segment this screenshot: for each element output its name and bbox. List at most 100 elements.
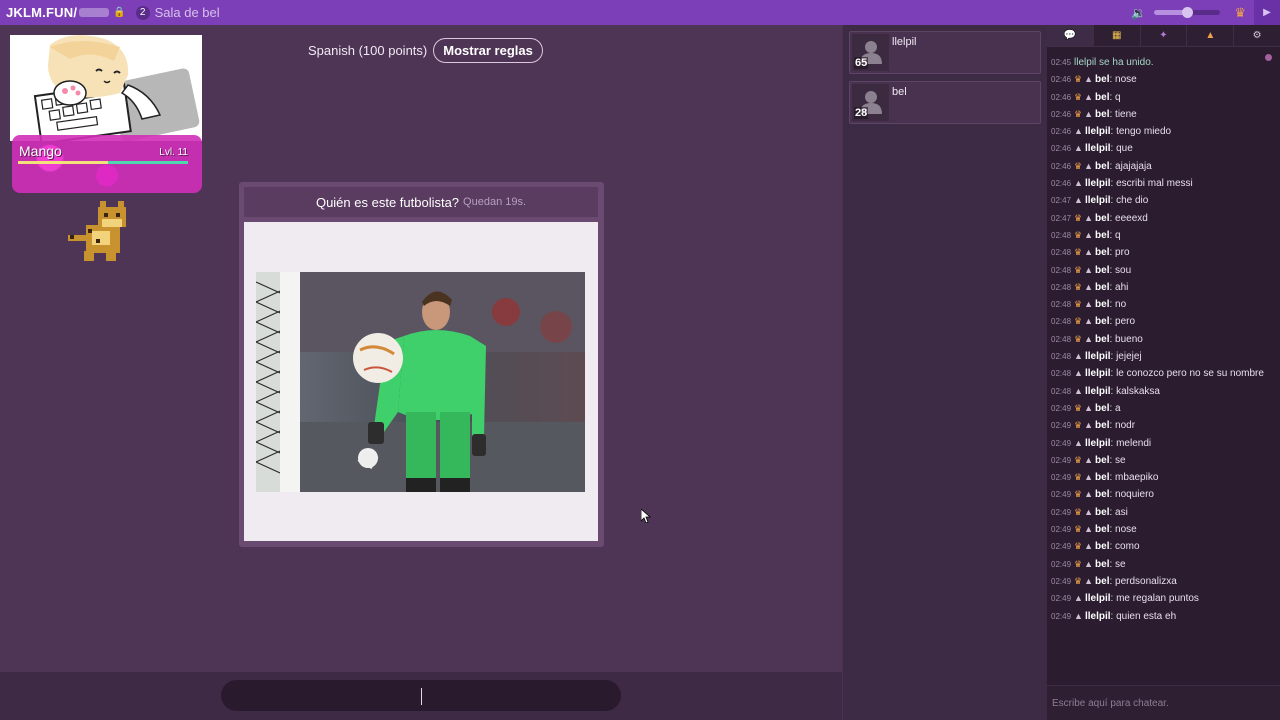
- chat-message: 02:48 ▲ llelpil: kalskaksa: [1051, 383, 1277, 400]
- chat-text: escribi mal messi: [1116, 178, 1193, 190]
- chat-text: a: [1115, 402, 1121, 414]
- user-icon: ▲: [1084, 489, 1094, 500]
- language-points: Spanish (100 points): [308, 43, 428, 58]
- chat-input[interactable]: [1047, 685, 1280, 720]
- crown-icon: ♛: [1074, 316, 1083, 327]
- chat-username[interactable]: bel: [1095, 109, 1109, 120]
- chat-username[interactable]: bel: [1095, 92, 1109, 103]
- chat-message: 02:46 ♛ ▲ bel: ajajajaja: [1051, 158, 1277, 175]
- crown-icon: ♛: [1074, 472, 1083, 483]
- crown-icon[interactable]: ♛: [1234, 5, 1246, 21]
- chat-log: 02:45 llelpil se ha unido. 02:46 ♛ ▲ bel: nos…: [1051, 54, 1277, 625]
- chat-username[interactable]: bel: [1095, 455, 1109, 466]
- chat-username[interactable]: bel: [1095, 74, 1109, 85]
- star-icon: ✦: [1159, 30, 1168, 41]
- chat-username[interactable]: bel: [1095, 541, 1109, 552]
- show-rules-button[interactable]: Mostrar reglas: [433, 38, 543, 63]
- user-icon: ▲: [1084, 506, 1094, 517]
- chat-username[interactable]: bel: [1095, 489, 1109, 500]
- chat-username[interactable]: bel: [1095, 420, 1109, 431]
- user-icon: ▲: [1074, 178, 1083, 189]
- chat-username[interactable]: llelpil: [1085, 143, 1111, 154]
- chat-username[interactable]: llelpil: [1085, 178, 1111, 189]
- chat-username[interactable]: bel: [1095, 230, 1109, 241]
- question-timer: Quedan 19s.: [463, 196, 527, 208]
- chat-timestamp: 02:49: [1051, 611, 1072, 621]
- volume-icon[interactable]: 🔉: [1131, 6, 1146, 20]
- chat-timestamp: 02:45: [1051, 58, 1072, 67]
- crown-icon: ♛: [1074, 558, 1083, 569]
- crown-icon: ♛: [1074, 506, 1083, 517]
- chat-username[interactable]: bel: [1095, 316, 1109, 327]
- chat-username[interactable]: bel: [1095, 472, 1109, 483]
- tab-chat[interactable]: 💬: [1047, 25, 1094, 46]
- chat-username[interactable]: bel: [1095, 334, 1109, 345]
- chat-timestamp: 02:49: [1051, 594, 1072, 604]
- chat-message: 02:49 ♛ ▲ bel: asi: [1051, 504, 1277, 521]
- chat-username[interactable]: llelpil: [1085, 195, 1111, 206]
- chat-timestamp: 02:48: [1051, 352, 1072, 362]
- xp-bar: [18, 161, 188, 164]
- tab-rewards[interactable]: ✦: [1141, 25, 1188, 46]
- chat-username[interactable]: llelpil: [1085, 351, 1111, 362]
- chat-username[interactable]: bel: [1095, 282, 1109, 293]
- crown-icon: ♛: [1074, 402, 1083, 413]
- user-icon: ▲: [1084, 74, 1094, 85]
- chat-username[interactable]: bel: [1095, 507, 1109, 518]
- question-prompt: [244, 222, 598, 541]
- chat-text: asi: [1115, 506, 1128, 518]
- chat-username[interactable]: llelpil: [1085, 438, 1111, 449]
- chat-username[interactable]: llelpil: [1085, 126, 1111, 137]
- chat-text: no: [1115, 299, 1127, 311]
- chat-text: sou: [1115, 264, 1132, 276]
- volume-knob[interactable]: [1182, 7, 1194, 18]
- chat-timestamp: 02:49: [1051, 438, 1072, 448]
- tab-settings[interactable]: ⚙: [1234, 25, 1280, 46]
- crown-icon: ♛: [1074, 264, 1083, 275]
- chat-text: le conozco pero no se su nombre: [1116, 368, 1264, 380]
- chat-timestamp: 02:48: [1051, 386, 1072, 396]
- chat-username[interactable]: llelpil: [1085, 611, 1111, 622]
- chat-username[interactable]: bel: [1095, 213, 1109, 224]
- chat-text: kalskaksa: [1116, 385, 1160, 397]
- chat-username[interactable]: llelpil: [1085, 386, 1111, 397]
- crown-icon: ♛: [1074, 541, 1083, 552]
- chat-message: 02:46 ▲ llelpil: que: [1051, 140, 1277, 157]
- text-caret: [421, 688, 422, 705]
- volume-slider[interactable]: [1154, 7, 1221, 18]
- site-link[interactable]: JKLM.FUN/: [0, 5, 77, 20]
- cat-pet-icon: [68, 201, 126, 261]
- chat-username[interactable]: bel: [1095, 524, 1109, 535]
- chat-timestamp: 02:46: [1051, 144, 1072, 154]
- chat-username[interactable]: bel: [1095, 299, 1109, 310]
- chat-username[interactable]: llelpil: [1085, 593, 1111, 604]
- player-card[interactable]: 65 llelpil: [849, 31, 1041, 74]
- user-icon: ▲: [1084, 264, 1094, 275]
- chat-text: ahi: [1115, 281, 1129, 293]
- chat-username[interactable]: bel: [1095, 265, 1109, 276]
- chat-timestamp: 02:49: [1051, 559, 1072, 569]
- chat-username[interactable]: llelpil: [1085, 368, 1111, 379]
- chat-message: 02:49 ♛ ▲ bel: perdsonalizxa: [1051, 573, 1277, 590]
- chat-timestamp: 02:49: [1051, 507, 1072, 517]
- chat-username[interactable]: bel: [1095, 403, 1109, 414]
- chat-message: 02:48 ♛ ▲ bel: q: [1051, 227, 1277, 244]
- chat-username[interactable]: bel: [1095, 559, 1109, 570]
- player-name: llelpil: [892, 36, 917, 48]
- player-card[interactable]: 28 bel: [849, 81, 1041, 124]
- chat-text: jejejej: [1116, 351, 1142, 363]
- user-icon: ▲: [1074, 593, 1083, 604]
- chat-message: 02:48 ♛ ▲ bel: sou: [1051, 262, 1277, 279]
- chat-timestamp: 02:48: [1051, 248, 1072, 258]
- tab-leaderboard[interactable]: ▦: [1094, 25, 1141, 46]
- player-count-badge: 2: [135, 5, 150, 20]
- profile-nametag: Mango Lvl. 11: [12, 135, 202, 193]
- crown-icon: ♛: [1074, 160, 1083, 171]
- chat-username[interactable]: bel: [1095, 161, 1109, 172]
- crown-icon: ♛: [1074, 281, 1083, 292]
- chat-timestamp: 02:49: [1051, 490, 1072, 500]
- chat-username[interactable]: bel: [1095, 247, 1109, 258]
- tab-moderation[interactable]: ▲: [1187, 25, 1235, 46]
- sidebar-toggle-button[interactable]: ▶: [1254, 0, 1280, 25]
- chat-username[interactable]: bel: [1095, 576, 1109, 587]
